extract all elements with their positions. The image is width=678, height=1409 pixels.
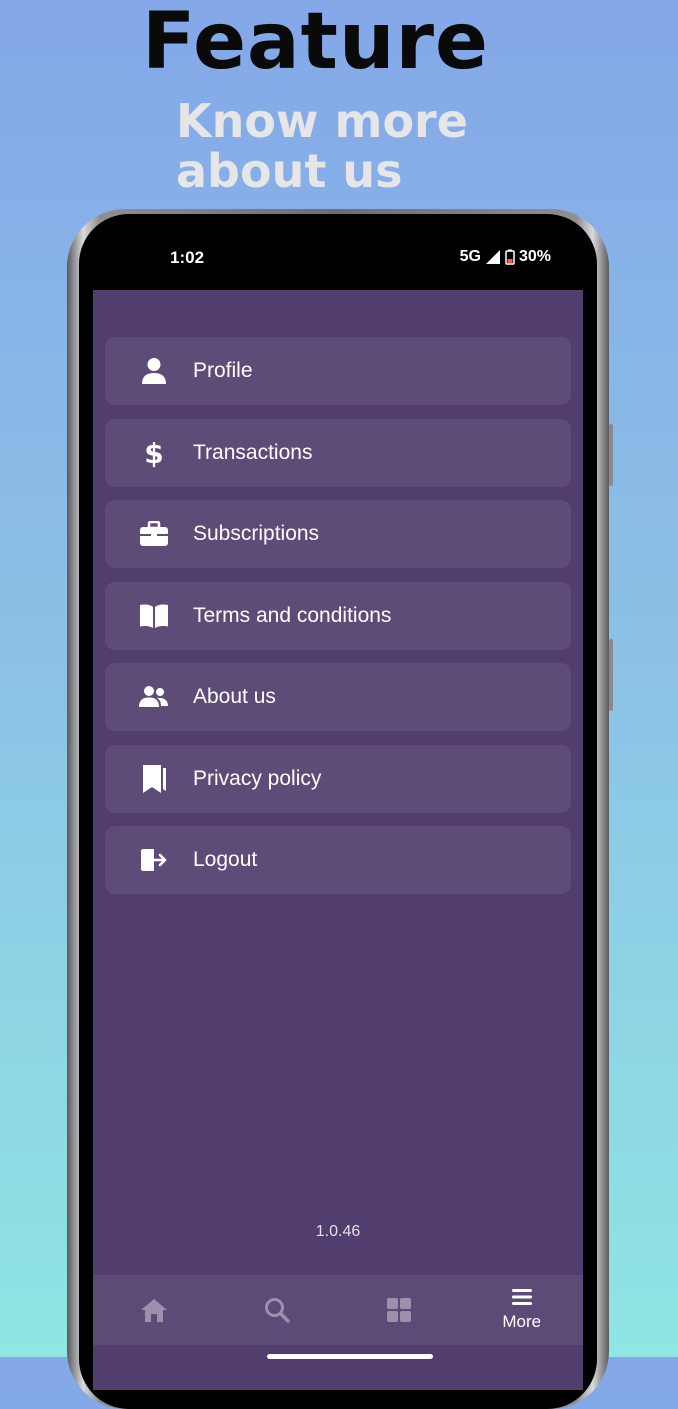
menu-item-label: Terms and conditions	[193, 603, 392, 627]
battery-level: 30%	[518, 248, 551, 265]
book-icon	[139, 601, 169, 631]
app-version: 1.0.46	[315, 1223, 361, 1240]
menu-list: Profile $ Transactions Subscriptions Ter…	[105, 337, 571, 908]
menu-item-label: Transactions	[193, 440, 313, 464]
bottom-nav: More	[93, 1275, 583, 1345]
menu-item-label: Privacy policy	[193, 766, 322, 790]
menu-item-label: About us	[193, 685, 276, 708]
more-screen: Profile $ Transactions Subscriptions Ter…	[93, 290, 583, 1390]
svg-text:$: $	[144, 438, 163, 468]
users-icon	[139, 682, 169, 712]
status-indicators: 5G 30%	[460, 248, 551, 266]
grid-icon	[387, 1298, 412, 1322]
network-type: 5G	[459, 248, 481, 265]
battery-icon	[505, 249, 515, 265]
menu-item-label: Subscriptions	[193, 522, 320, 545]
menu-item-privacy[interactable]: Privacy policy	[105, 744, 571, 813]
phone-screen: 1:02 5G 30% Profile $ Transactions Subsc…	[79, 214, 597, 1409]
signal-icon	[485, 250, 500, 264]
nav-more-label: More	[502, 1312, 542, 1331]
person-icon	[139, 356, 169, 386]
briefcase-icon	[139, 519, 169, 549]
power-button	[609, 639, 613, 711]
status-time: 1:02	[170, 248, 205, 267]
menu-item-label: Profile	[193, 359, 253, 382]
bookmark-icon	[139, 764, 169, 794]
status-bar: 1:02 5G 30%	[79, 214, 597, 290]
nav-home[interactable]	[93, 1275, 216, 1345]
logout-icon	[139, 845, 169, 875]
menu-item-terms[interactable]: Terms and conditions	[105, 581, 571, 650]
nav-more[interactable]: More	[461, 1275, 584, 1345]
promo-subline: Know more about us	[176, 94, 468, 198]
menu-item-logout[interactable]: Logout	[105, 826, 571, 894]
menu-item-profile[interactable]: Profile	[105, 337, 571, 405]
menu-item-transactions[interactable]: $ Transactions	[105, 418, 571, 487]
nav-grid[interactable]	[338, 1275, 461, 1345]
volume-button	[609, 424, 613, 486]
search-icon	[264, 1298, 290, 1323]
phone-frame: 1:02 5G 30% Profile $ Transactions Subsc…	[67, 209, 613, 1409]
nav-search[interactable]	[216, 1275, 339, 1345]
menu-item-subscriptions[interactable]: Subscriptions	[105, 500, 571, 568]
menu-icon	[511, 1289, 532, 1305]
home-icon	[141, 1299, 168, 1322]
menu-item-about[interactable]: About us	[105, 663, 571, 731]
promo-headline: Feature	[142, 0, 489, 87]
dollar-icon: $	[139, 438, 169, 468]
menu-item-label: Logout	[193, 848, 258, 871]
